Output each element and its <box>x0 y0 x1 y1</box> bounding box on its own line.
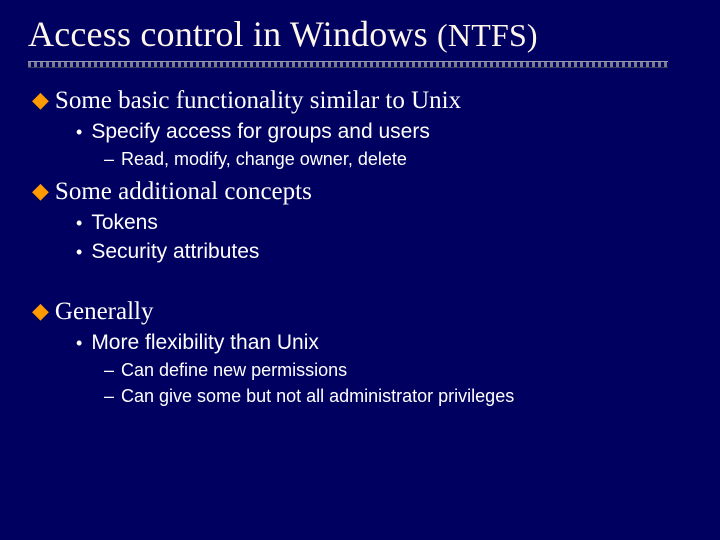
title-subtitle: (NTFS) <box>437 17 538 53</box>
level2-text: Specify access for groups and users <box>91 119 430 145</box>
bullet-level2: • Tokens <box>76 210 692 236</box>
dash-icon: – <box>104 384 114 408</box>
bullet-level3: – Can give some but not all administrato… <box>104 384 692 408</box>
level2-text: Tokens <box>91 210 158 236</box>
level2-text: More flexibility than Unix <box>91 330 319 356</box>
level1-text: Some additional concepts <box>55 177 312 207</box>
dot-icon: • <box>76 210 82 236</box>
title-main: Access control in Windows <box>28 14 437 54</box>
bullet-level3: – Read, modify, change owner, delete <box>104 147 692 171</box>
bullet-level1: ◆ Some basic functionality similar to Un… <box>32 86 692 116</box>
level3-text: Read, modify, change owner, delete <box>121 147 407 171</box>
level3-text: Can define new permissions <box>121 358 347 382</box>
slide-body: ◆ Some basic functionality similar to Un… <box>28 86 692 408</box>
bullet-level2: • Security attributes <box>76 239 692 265</box>
bullet-level3: – Can define new permissions <box>104 358 692 382</box>
dash-icon: – <box>104 358 114 382</box>
dot-icon: • <box>76 119 82 145</box>
spacer <box>32 267 692 291</box>
diamond-icon: ◆ <box>32 297 49 325</box>
bullet-level1: ◆ Some additional concepts <box>32 177 692 207</box>
level2-text: Security attributes <box>91 239 259 265</box>
title-area: Access control in Windows (NTFS) <box>28 14 692 68</box>
bullet-level1: ◆ Generally <box>32 297 692 327</box>
diamond-icon: ◆ <box>32 86 49 114</box>
dot-icon: • <box>76 239 82 265</box>
dash-icon: – <box>104 147 114 171</box>
level3-text: Can give some but not all administrator … <box>121 384 514 408</box>
slide: Access control in Windows (NTFS) ◆ Some … <box>0 0 720 540</box>
bullet-level2: • Specify access for groups and users <box>76 119 692 145</box>
bullet-level2: • More flexibility than Unix <box>76 330 692 356</box>
title-underline <box>28 61 668 68</box>
diamond-icon: ◆ <box>32 177 49 205</box>
level1-text: Some basic functionality similar to Unix <box>55 86 461 116</box>
level1-text: Generally <box>55 297 154 327</box>
slide-title: Access control in Windows (NTFS) <box>28 14 692 55</box>
dot-icon: • <box>76 330 82 356</box>
